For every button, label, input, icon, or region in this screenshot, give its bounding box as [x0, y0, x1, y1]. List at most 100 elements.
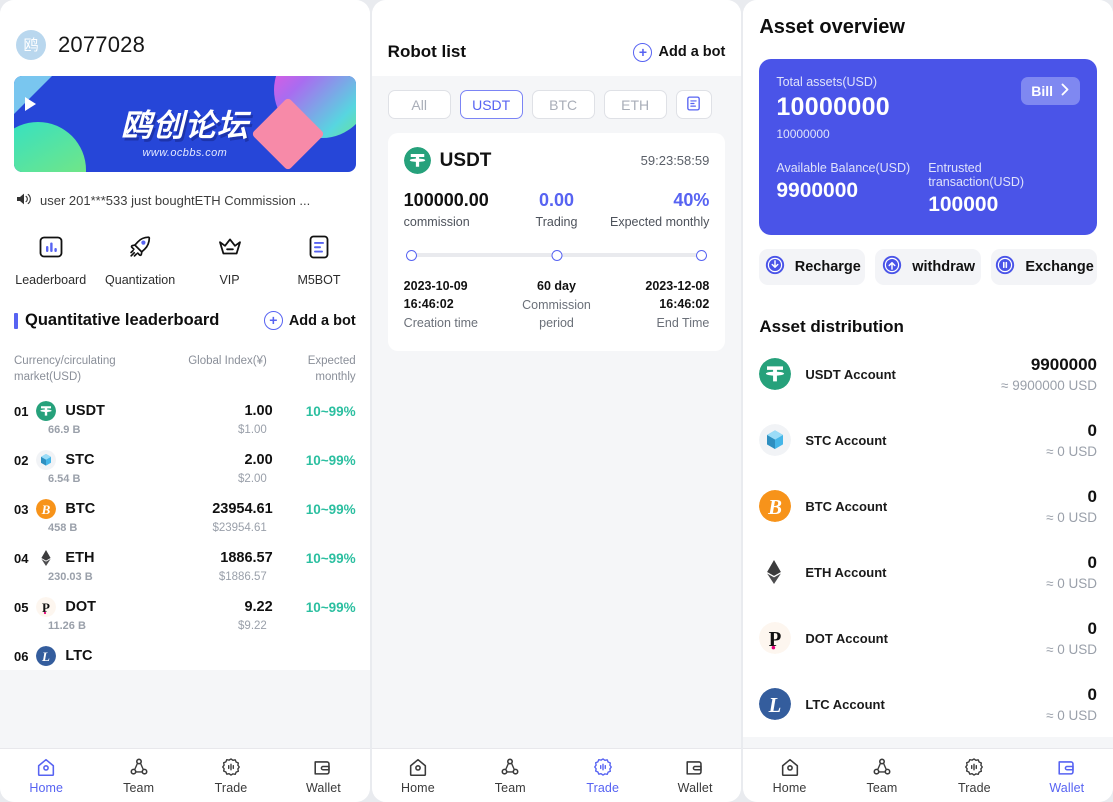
bill-button[interactable]: Bill: [1021, 77, 1081, 105]
robot-scroll-area[interactable]: Robot list + Add a bot All USDT BTC ETH: [371, 0, 742, 748]
trade-icon: [593, 758, 612, 776]
promo-banner[interactable]: 鸥创论坛 www.ocbbs.com: [14, 76, 356, 172]
table-row[interactable]: 03 B BTC 23954.61 10~99% 458 B $23954.61: [14, 489, 356, 538]
tab-home[interactable]: Home: [372, 756, 464, 795]
list-item[interactable]: USDT Account 9900000 ≈ 9900000 USD: [759, 341, 1097, 407]
tab-wallet[interactable]: Wallet: [1021, 756, 1113, 795]
banner-title: 鸥创论坛: [120, 108, 249, 144]
row-coin: B BTC: [36, 499, 183, 520]
available-balance: Available Balance(USD) 9900000: [776, 161, 928, 217]
row-marketcap: 66.9 B: [48, 424, 81, 437]
home-scroll-area[interactable]: 鸥 2077028 鸥创论坛 www.ocbbs.com user 201***…: [0, 0, 370, 748]
tab-team[interactable]: Team: [464, 756, 556, 795]
stat-value: 100000.00: [403, 190, 489, 210]
quicknav-quantization[interactable]: Quantization: [95, 233, 184, 287]
usdt-icon: [759, 358, 801, 390]
list-item[interactable]: L LTC Account 0 ≈ 0 USD: [759, 671, 1097, 737]
account-name: ETH Account: [805, 564, 887, 580]
row-coin: P DOT: [36, 597, 183, 618]
svg-text:L: L: [768, 694, 782, 717]
account-amount: 0: [1087, 553, 1098, 572]
tab-home[interactable]: Home: [0, 756, 92, 795]
account-usd: ≈ 9900000 USD: [1001, 378, 1098, 393]
wallet-icon: [1058, 761, 1074, 775]
tab-wallet[interactable]: Wallet: [277, 756, 369, 795]
bill-label: Bill: [1031, 83, 1054, 99]
table-row[interactable]: 06 L LTC: [14, 636, 356, 670]
column-header-index: Global Index(¥): [188, 355, 267, 367]
add-bot-button-left[interactable]: + Add a bot: [263, 311, 356, 330]
entrusted-label: Entrusted transaction(USD): [928, 161, 1025, 189]
asset-summary-card: Total assets(USD) 10000000 10000000 Bill…: [759, 59, 1098, 235]
tab-home[interactable]: Home: [743, 756, 835, 795]
time-label: Creation time: [403, 316, 479, 331]
filter-chip-btc[interactable]: BTC: [531, 90, 595, 119]
exchange-button[interactable]: Exchange: [991, 249, 1098, 285]
stat-label: Expected monthly: [609, 215, 710, 229]
bot-commission-period: 60 day Commission period: [506, 277, 608, 333]
tab-team[interactable]: Team: [836, 756, 928, 795]
bot-card[interactable]: USDT 59:23:58:59 100000.00 commission 0.…: [387, 133, 726, 351]
account-amount: 0: [1087, 619, 1098, 638]
filter-chip-all[interactable]: All: [387, 90, 451, 119]
ltc-icon: L: [759, 688, 801, 720]
time-value: 2023-10-09 16:46:02: [403, 279, 468, 312]
dot-icon: P: [759, 622, 801, 654]
row-symbol: DOT: [65, 599, 97, 616]
tab-wallet[interactable]: Wallet: [649, 756, 741, 795]
row-rank: 01: [14, 403, 29, 419]
leaderboard-table: Currency/circulating market(USD) Global …: [0, 342, 370, 671]
entrusted-value: 100000: [928, 193, 999, 216]
quicknav-m5bot[interactable]: M5BOT: [274, 233, 363, 287]
row-usd: $9.22: [238, 620, 267, 633]
tab-label: Trade: [586, 781, 620, 795]
table-row[interactable]: 02 STC 2.00 10~99% 6.54 B $2.00: [14, 440, 356, 489]
row-usd: $23954.61: [212, 522, 267, 535]
filter-chip-eth[interactable]: ETH: [603, 90, 667, 119]
notice-text: user 201***533 just boughtETH Commission…: [40, 193, 311, 208]
account-usd: ≈ 0 USD: [1046, 642, 1098, 657]
bot-identity: USDT: [403, 147, 491, 174]
withdraw-button[interactable]: withdraw: [875, 249, 982, 285]
title-accent-bar: [14, 312, 18, 329]
row-symbol: LTC: [65, 648, 93, 665]
home-icon: [781, 758, 798, 777]
plus-circle-icon: +: [633, 42, 653, 62]
quicknav-leaderboard[interactable]: Leaderboard: [6, 233, 95, 287]
tab-team[interactable]: Team: [92, 756, 184, 795]
table-row[interactable]: 05 P DOT 9.22 10~99% 11.26 B $9.22: [14, 587, 356, 636]
account-name: BTC Account: [805, 498, 888, 514]
avatar[interactable]: 鸥: [16, 30, 46, 60]
wallet-actions: Recharge withdraw Exchange: [759, 249, 1098, 285]
quicknav-label: Quantization: [105, 273, 176, 287]
list-item[interactable]: ETH Account 0 ≈ 0 USD: [759, 539, 1097, 605]
add-bot-label: Add a bot: [658, 44, 726, 60]
account-amount: 0: [1087, 487, 1098, 506]
recharge-button[interactable]: Recharge: [759, 249, 866, 285]
quicknav-label: M5BOT: [297, 273, 341, 287]
time-label: Commission period: [522, 298, 591, 330]
table-row[interactable]: 01 USDT 1.00 10~99% 66.9 B $1.00: [14, 391, 356, 440]
svg-text:L: L: [41, 649, 50, 664]
quicknav-vip[interactable]: VIP: [185, 233, 274, 287]
list-item[interactable]: STC Account 0 ≈ 0 USD: [759, 407, 1097, 473]
stat-label: commission: [403, 215, 470, 229]
column-header-currency: Currency/circulating market(USD): [14, 355, 116, 383]
account-amount: 0: [1087, 685, 1098, 704]
list-item[interactable]: P DOT Account 0 ≈ 0 USD: [759, 605, 1097, 671]
btc-icon: B: [759, 490, 801, 522]
tab-trade[interactable]: Trade: [185, 756, 277, 795]
notice-bar[interactable]: user 201***533 just boughtETH Commission…: [0, 186, 370, 225]
table-row[interactable]: 04 ETH 1886.57 10~99% 230.03 B $1886.57: [14, 538, 356, 587]
svg-text:B: B: [41, 502, 51, 517]
list-filter-icon-button[interactable]: [675, 90, 712, 119]
tab-trade[interactable]: Trade: [556, 756, 648, 795]
list-item[interactable]: B BTC Account 0 ≈ 0 USD: [759, 473, 1097, 539]
filter-chip-usdt[interactable]: USDT: [459, 90, 523, 119]
account-amount: 9900000: [1030, 355, 1098, 374]
tab-trade[interactable]: Trade: [928, 756, 1020, 795]
wallet-scroll-area[interactable]: Asset overview Total assets(USD) 1000000…: [743, 0, 1113, 748]
add-bot-label: Add a bot: [288, 312, 356, 329]
asset-overview-block: Asset overview Total assets(USD) 1000000…: [743, 0, 1113, 301]
add-bot-button-middle[interactable]: + Add a bot: [633, 42, 726, 62]
